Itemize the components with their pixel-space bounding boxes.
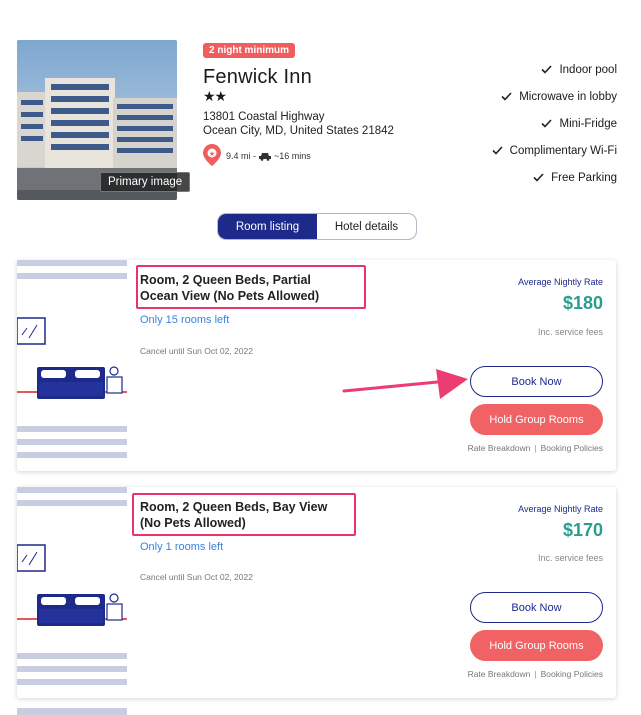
amenity-label: Mini-Fridge xyxy=(559,117,617,130)
check-icon xyxy=(541,65,553,74)
amenity-item: Mini-Fridge xyxy=(492,110,617,137)
next-card-edge xyxy=(17,708,127,715)
room-illustration xyxy=(17,260,127,458)
book-now-button[interactable]: Book Now xyxy=(470,592,603,623)
address-street: 13801 Coastal Highway xyxy=(203,111,325,123)
rate-breakdown-link[interactable]: Rate Breakdown xyxy=(468,669,531,679)
service-fees-note: Inc. service fees xyxy=(537,327,603,337)
room-card: Room, 2 Queen Beds, Partial Ocean View (… xyxy=(17,260,616,471)
rate-breakdown-link[interactable]: Rate Breakdown xyxy=(468,443,531,453)
amenity-label: Complimentary Wi-Fi xyxy=(509,144,617,157)
distance-info: 9.4 mi - ~16 mins xyxy=(226,151,311,161)
check-icon xyxy=(533,173,544,182)
hotel-name: Fenwick Inn xyxy=(203,66,312,88)
cancellation-policy: Cancel until Sun Oct 02, 2022 xyxy=(140,572,253,582)
amenity-item: Indoor pool xyxy=(492,56,617,83)
amenity-label: Free Parking xyxy=(551,171,617,184)
room-illustration xyxy=(17,487,127,685)
rate-label: Average Nightly Rate xyxy=(518,504,603,514)
rooms-left-count: Only 15 rooms left xyxy=(140,314,230,326)
hold-group-rooms-button[interactable]: Hold Group Rooms xyxy=(470,630,603,661)
room-title[interactable]: Room, 2 Queen Beds, Bay View (No Pets Al… xyxy=(140,499,345,531)
car-icon xyxy=(259,152,272,161)
nightly-price: $170 xyxy=(562,520,603,540)
svg-text:★: ★ xyxy=(209,150,215,158)
amenity-item: Microwave in lobby xyxy=(492,83,617,110)
service-fees-note: Inc. service fees xyxy=(537,553,603,563)
check-icon xyxy=(501,92,512,101)
link-separator: | xyxy=(534,443,537,453)
map-pin-icon: ★ xyxy=(203,144,221,166)
rate-links: Rate Breakdown | Booking Policies xyxy=(468,443,603,453)
amenities-list: Indoor pool Microwave in lobby Mini-Frid… xyxy=(492,56,617,191)
star-rating: ★★ xyxy=(203,88,227,104)
amenity-label: Indoor pool xyxy=(559,63,617,76)
check-icon xyxy=(492,146,503,155)
distance-value: 9.4 mi - xyxy=(226,151,257,161)
hold-group-rooms-button[interactable]: Hold Group Rooms xyxy=(470,404,603,435)
annotation-arrow-icon xyxy=(342,369,468,399)
check-icon xyxy=(541,119,553,128)
room-card: Room, 2 Queen Beds, Bay View (No Pets Al… xyxy=(17,487,616,698)
rooms-left-count: Only 1 rooms left xyxy=(140,541,224,553)
tab-hotel-details[interactable]: Hotel details xyxy=(317,214,416,239)
nightly-price: $180 xyxy=(562,293,603,313)
minimum-stay-badge: 2 night minimum xyxy=(203,43,295,58)
tab-room-listing[interactable]: Room listing xyxy=(218,214,317,239)
address-city: Ocean City, MD, United States 21842 xyxy=(203,125,394,137)
view-tabs: Room listing Hotel details xyxy=(217,213,417,240)
rate-label: Average Nightly Rate xyxy=(518,277,603,287)
rate-links: Rate Breakdown | Booking Policies xyxy=(468,669,603,679)
amenity-item: Free Parking xyxy=(492,164,617,191)
drive-time: ~16 mins xyxy=(274,151,311,161)
booking-policies-link[interactable]: Booking Policies xyxy=(541,669,603,679)
amenity-item: Complimentary Wi-Fi xyxy=(492,137,617,164)
booking-policies-link[interactable]: Booking Policies xyxy=(541,443,603,453)
amenity-label: Microwave in lobby xyxy=(519,90,617,103)
room-title[interactable]: Room, 2 Queen Beds, Partial Ocean View (… xyxy=(140,272,345,304)
cancellation-policy: Cancel until Sun Oct 02, 2022 xyxy=(140,346,253,356)
primary-image-caption: Primary image xyxy=(100,172,191,192)
book-now-button[interactable]: Book Now xyxy=(470,366,603,397)
link-separator: | xyxy=(534,669,537,679)
